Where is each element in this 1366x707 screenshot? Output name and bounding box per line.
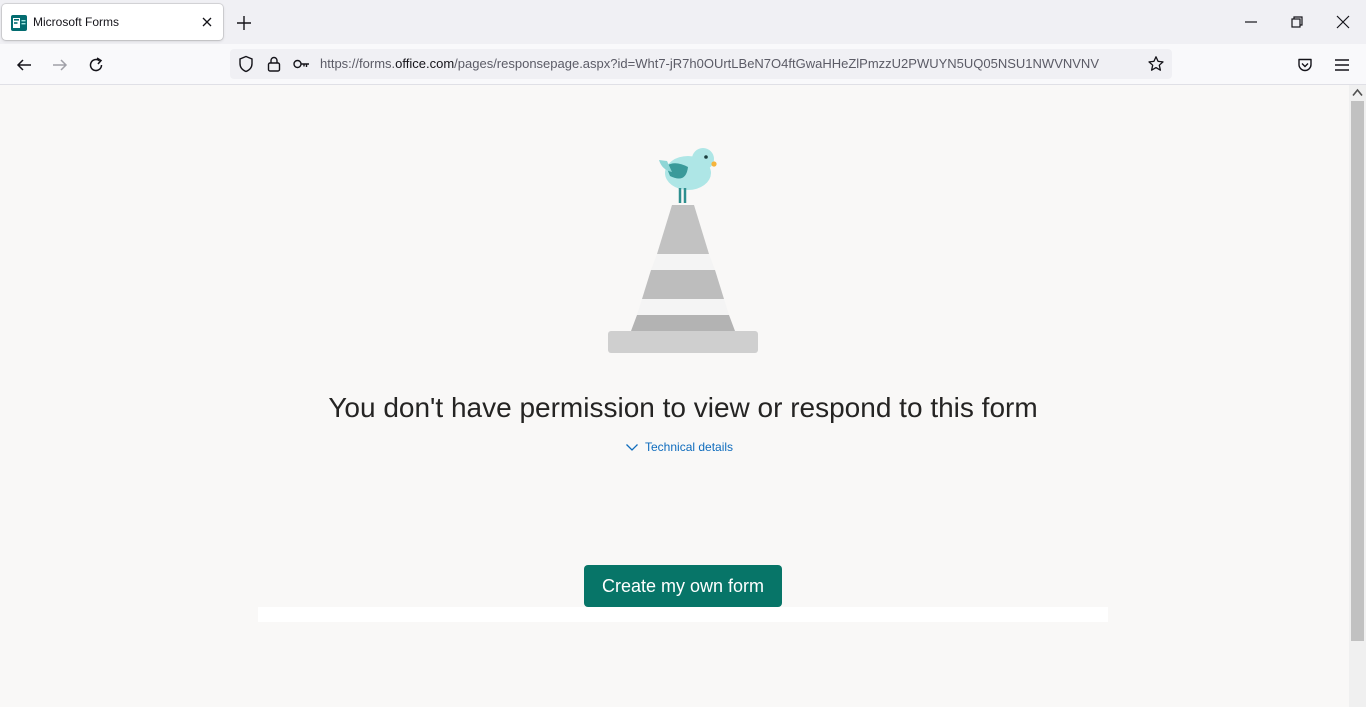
permission-error-message: You don't have permission to view or res… xyxy=(328,392,1038,423)
star-bookmark-icon[interactable] xyxy=(1147,55,1165,73)
shield-icon[interactable] xyxy=(237,55,255,73)
forward-arrow-icon[interactable] xyxy=(51,56,69,74)
close-tab-icon[interactable] xyxy=(200,15,214,29)
vertical-scrollbar[interactable] xyxy=(1349,85,1366,707)
bird-beak xyxy=(711,161,717,167)
footer-card xyxy=(258,607,1108,622)
technical-details-link[interactable]: Technical details xyxy=(625,438,733,456)
bird-eye xyxy=(704,155,708,159)
navigation-bar: https://forms.office.com/pages/responsep… xyxy=(0,44,1366,85)
cone-top-band xyxy=(657,205,709,254)
forms-icon xyxy=(11,15,27,31)
close-window-icon[interactable] xyxy=(1335,14,1351,30)
traffic-cone-bird-illustration xyxy=(608,148,758,353)
scroll-up-arrow-icon[interactable] xyxy=(1352,88,1363,97)
bird-head xyxy=(692,148,714,170)
tab-strip: Microsoft Forms xyxy=(0,0,1366,44)
pocket-icon[interactable] xyxy=(1296,56,1314,74)
cone-middle-band xyxy=(642,270,724,299)
menu-icon[interactable] xyxy=(1333,56,1351,74)
back-arrow-icon[interactable] xyxy=(15,56,33,74)
scrollbar-thumb[interactable] xyxy=(1351,101,1364,641)
create-my-own-form-button[interactable]: Create my own form xyxy=(584,565,782,607)
key-icon[interactable] xyxy=(292,55,310,73)
cone-white-band xyxy=(651,254,715,270)
tab-title: Microsoft Forms xyxy=(33,15,120,29)
lock-icon[interactable] xyxy=(265,55,283,73)
bird-legs xyxy=(678,188,687,203)
technical-details-label: Technical details xyxy=(645,440,734,454)
cone-bottom-band xyxy=(631,315,735,331)
restore-icon[interactable] xyxy=(1289,14,1305,30)
cone-white-band xyxy=(637,299,729,315)
url-text[interactable]: https://forms.office.com/pages/responsep… xyxy=(320,56,1140,71)
minimize-icon[interactable] xyxy=(1243,14,1259,30)
chevron-down-icon xyxy=(626,444,638,451)
new-tab-icon[interactable] xyxy=(235,14,253,32)
browser-tab[interactable]: Microsoft Forms xyxy=(2,4,223,40)
url-bar[interactable]: https://forms.office.com/pages/responsep… xyxy=(230,49,1172,79)
reload-icon[interactable] xyxy=(87,56,105,74)
cone-base xyxy=(608,331,758,353)
